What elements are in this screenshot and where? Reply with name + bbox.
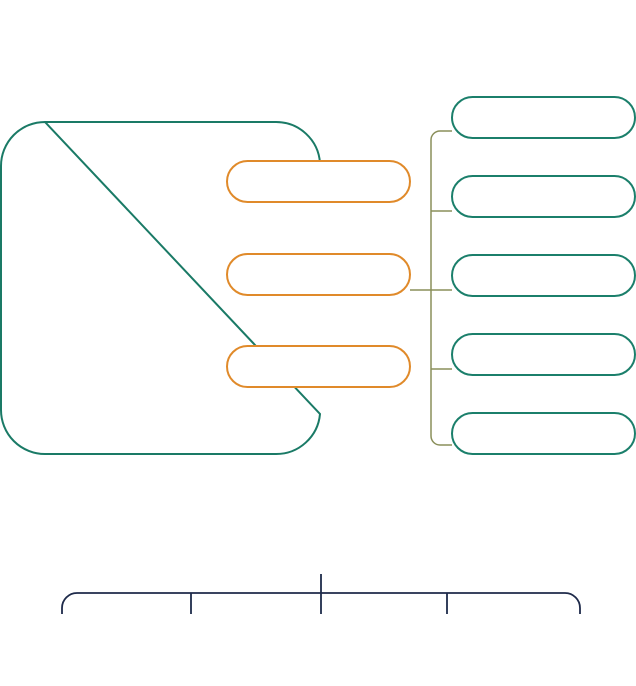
diagram-canvas <box>0 96 636 614</box>
right-bracket <box>430 130 452 446</box>
right-pill-5 <box>451 412 636 455</box>
left-pill-1 <box>226 160 411 203</box>
right-pill-4 <box>451 333 636 376</box>
left-pill-2 <box>226 253 411 296</box>
right-pill-2 <box>451 175 636 218</box>
right-pill-3 <box>451 254 636 297</box>
right-pill-1 <box>451 96 636 139</box>
left-pill-3 <box>226 345 411 388</box>
